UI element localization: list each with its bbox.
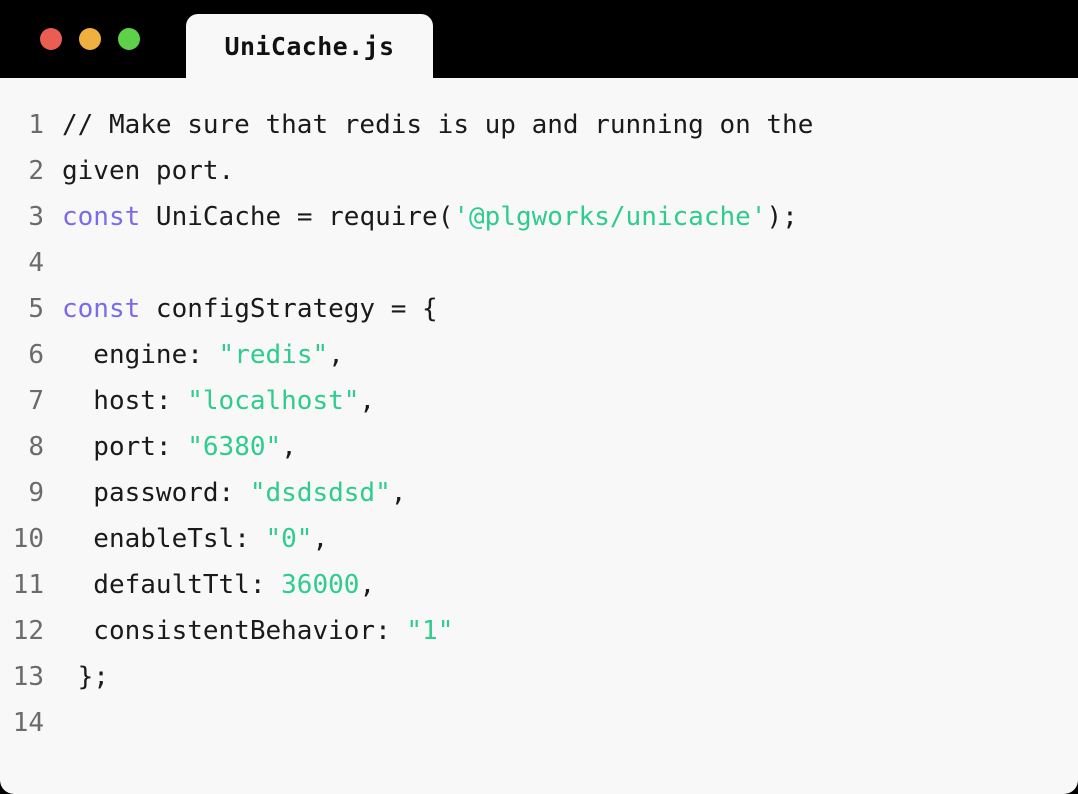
line-number: 6 bbox=[28, 340, 44, 370]
code-line-text: const UniCache = require('@plgworks/unic… bbox=[62, 194, 1078, 240]
code-line-text: defaultTtl: 36000, bbox=[62, 562, 1078, 608]
code-token-keyword: const bbox=[62, 294, 141, 324]
minimize-button-icon[interactable] bbox=[79, 28, 101, 50]
code-token-keyword: const bbox=[62, 202, 141, 232]
code-token-operator: = bbox=[296, 202, 313, 232]
code-token-property: port bbox=[62, 432, 156, 462]
code-token-punctuation: }; bbox=[62, 662, 109, 692]
code-token-punctuation: , bbox=[281, 432, 297, 462]
code-token-punctuation: : bbox=[375, 616, 407, 646]
code-line: 5 const configStrategy = { bbox=[0, 286, 1078, 332]
code-token-function: require bbox=[328, 202, 438, 232]
code-token-string: '@plgworks/unicache' bbox=[453, 202, 767, 232]
code-line: 12 consistentBehavior: "1" bbox=[0, 608, 1078, 654]
tab-unicache-js[interactable]: UniCache.js bbox=[186, 14, 433, 78]
line-number: 3 bbox=[28, 202, 44, 232]
line-number: 13 bbox=[12, 662, 44, 692]
code-token-punctuation: : bbox=[187, 340, 219, 370]
code-token-punctuation: , bbox=[328, 340, 344, 370]
code-token-string: "dsdsdsd" bbox=[249, 478, 391, 508]
code-line: 1 // Make sure that redis is up and runni… bbox=[0, 102, 1078, 148]
code-token-punctuation: , bbox=[390, 478, 407, 508]
code-token-string: "localhost" bbox=[187, 386, 360, 416]
tab-label: UniCache.js bbox=[224, 31, 395, 61]
line-number: 9 bbox=[28, 478, 44, 508]
line-number: 2 bbox=[28, 156, 44, 186]
code-line-text: const configStrategy = { bbox=[62, 286, 1078, 332]
code-token-punctuation: , bbox=[359, 386, 376, 416]
code-line: 10 enableTsl: "0", bbox=[0, 516, 1078, 562]
code-line: 9 password: "dsdsdsd", bbox=[0, 470, 1078, 516]
code-token-property: consistentBehavior bbox=[62, 616, 376, 646]
traffic-light-buttons bbox=[40, 28, 140, 50]
code-token-punctuation: : bbox=[155, 432, 188, 462]
code-token-punctuation: { bbox=[406, 294, 438, 324]
line-number: 1 bbox=[28, 110, 44, 140]
code-token-string: "1" bbox=[406, 616, 454, 646]
code-token-property: enableTsl bbox=[62, 524, 235, 554]
code-token-property: engine bbox=[62, 340, 188, 370]
code-token-punctuation: : bbox=[249, 570, 282, 600]
code-token-punctuation: ( bbox=[437, 202, 454, 232]
close-button-icon[interactable] bbox=[40, 28, 62, 50]
code-window: UniCache.js 1 // Make sure that redis is … bbox=[0, 0, 1078, 794]
code-token-plain: UniCache bbox=[140, 202, 297, 232]
code-line: 2 given port. bbox=[0, 148, 1078, 194]
code-line-text: consistentBehavior: "1" bbox=[62, 608, 1078, 654]
code-token-comment: given port. bbox=[62, 156, 235, 186]
code-line: 7 host: "localhost", bbox=[0, 378, 1078, 424]
code-line-text: given port. bbox=[62, 148, 1078, 194]
code-token-number: 36000 bbox=[281, 570, 360, 600]
line-number: 8 bbox=[28, 432, 44, 462]
line-number: 14 bbox=[12, 708, 44, 738]
code-line: 13 }; bbox=[0, 654, 1078, 700]
line-number: 11 bbox=[12, 570, 44, 600]
line-number: 10 bbox=[12, 524, 44, 554]
line-number: 5 bbox=[28, 294, 44, 324]
code-token-punctuation: : bbox=[155, 386, 188, 416]
code-token-punctuation: ); bbox=[766, 202, 798, 232]
code-line-text: // Make sure that redis is up and runnin… bbox=[62, 102, 1078, 148]
code-line: 14 bbox=[0, 700, 1078, 746]
code-token-comment: // Make sure that redis is up and runnin… bbox=[62, 110, 814, 140]
code-line-text: port: "6380", bbox=[62, 424, 1078, 470]
code-lines-container: 1 // Make sure that redis is up and runni… bbox=[0, 102, 1078, 746]
line-number: 12 bbox=[12, 616, 44, 646]
code-token-string: "6380" bbox=[187, 432, 282, 462]
window-title-bar: UniCache.js bbox=[0, 0, 1078, 78]
code-token-punctuation: : bbox=[234, 524, 266, 554]
code-token-punctuation: : bbox=[218, 478, 250, 508]
code-token-string: "redis" bbox=[218, 340, 329, 370]
code-line-text: enableTsl: "0", bbox=[62, 516, 1078, 562]
code-line: 6 engine: "redis", bbox=[0, 332, 1078, 378]
code-token-string: "0" bbox=[265, 524, 313, 554]
code-line-text: engine: "redis", bbox=[62, 332, 1078, 378]
code-token-punctuation: , bbox=[312, 524, 329, 554]
code-token-plain: = bbox=[390, 294, 407, 324]
code-token-punctuation: , bbox=[359, 570, 376, 600]
code-line: 4 bbox=[0, 240, 1078, 286]
line-number: 7 bbox=[28, 386, 44, 416]
code-token-property: password bbox=[62, 478, 219, 508]
code-token-plain: configStrategy bbox=[140, 294, 391, 324]
code-line-text: host: "localhost", bbox=[62, 378, 1078, 424]
code-editor-area[interactable]: 1 // Make sure that redis is up and runni… bbox=[0, 78, 1078, 794]
code-token-property: host bbox=[62, 386, 156, 416]
code-token-property: defaultTtl bbox=[62, 570, 250, 600]
code-line: 8 port: "6380", bbox=[0, 424, 1078, 470]
maximize-button-icon[interactable] bbox=[118, 28, 140, 50]
code-line-text: }; bbox=[62, 654, 1078, 700]
code-line: 11 defaultTtl: 36000, bbox=[0, 562, 1078, 608]
code-line: 3 const UniCache = require('@plgworks/uni… bbox=[0, 194, 1078, 240]
line-number: 4 bbox=[28, 248, 44, 278]
code-line-text: password: "dsdsdsd", bbox=[62, 470, 1078, 516]
